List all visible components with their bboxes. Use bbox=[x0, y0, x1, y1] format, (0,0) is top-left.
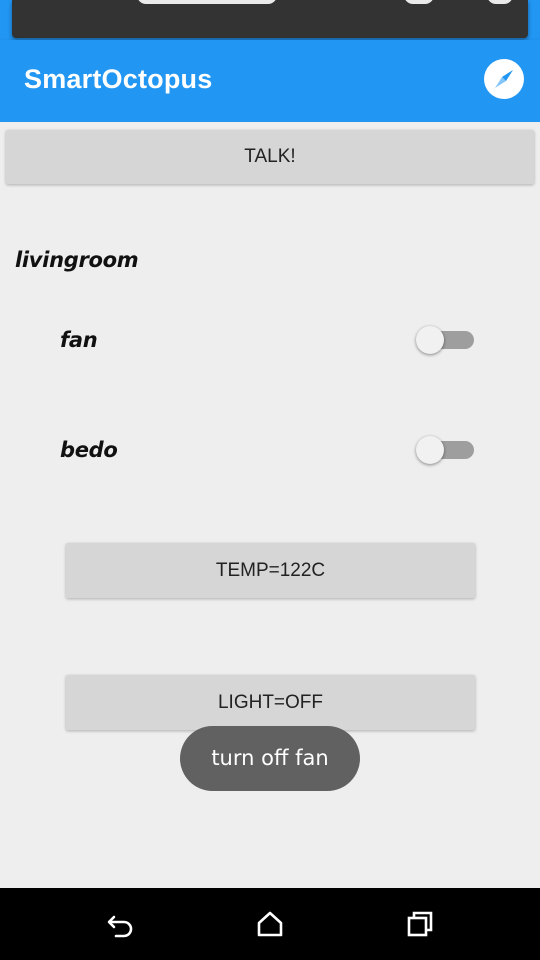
toggle-thumb bbox=[416, 436, 444, 464]
recents-icon[interactable] bbox=[400, 904, 440, 944]
toast-message: turn off fan bbox=[180, 726, 360, 791]
shade-content-fragment bbox=[137, 0, 277, 4]
device-label-fan: fan bbox=[60, 328, 98, 352]
navigation-bar bbox=[0, 888, 540, 960]
status-bar bbox=[0, 0, 540, 40]
light-button[interactable]: LIGHT=OFF bbox=[66, 675, 475, 730]
back-icon[interactable] bbox=[100, 904, 140, 944]
shade-icon-fragment bbox=[487, 0, 513, 4]
device-label-bedo: bedo bbox=[60, 438, 118, 462]
main-content: TALK! livingroom fan bedo TEMP=122C LIGH… bbox=[0, 122, 540, 888]
toggle-thumb bbox=[416, 326, 444, 354]
shade-icon-fragment bbox=[404, 0, 434, 4]
compass-icon[interactable] bbox=[484, 59, 524, 99]
app-bar: SmartOctopus bbox=[0, 40, 540, 122]
home-icon[interactable] bbox=[250, 904, 290, 944]
temperature-button[interactable]: TEMP=122C bbox=[66, 543, 475, 598]
bedo-toggle[interactable] bbox=[416, 434, 476, 464]
notification-shade-edge bbox=[12, 0, 528, 38]
fan-toggle[interactable] bbox=[416, 324, 476, 354]
room-label: livingroom bbox=[15, 248, 139, 272]
talk-button[interactable]: TALK! bbox=[6, 130, 534, 184]
app-title: SmartOctopus bbox=[24, 64, 213, 94]
